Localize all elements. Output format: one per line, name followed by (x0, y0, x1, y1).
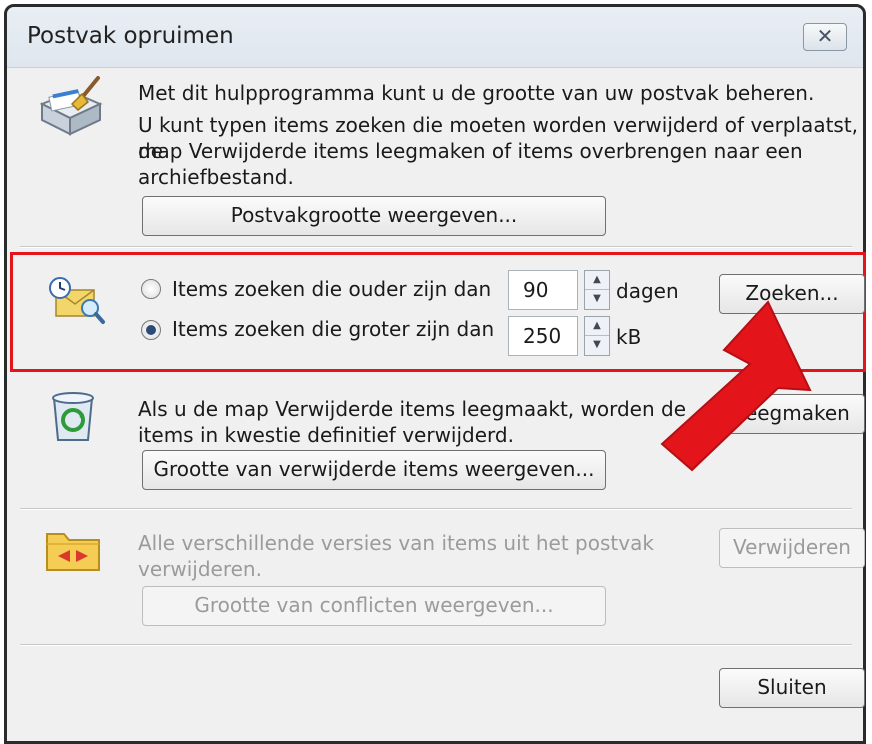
broom-box-icon (39, 76, 103, 136)
delete-conflicts-button[interactable]: Verwijderen (719, 528, 865, 568)
title-bar: Postvak opruimen ✕ (7, 7, 863, 68)
radio-older-than[interactable] (141, 279, 161, 299)
larger-than-kb-field[interactable]: 250 (508, 316, 578, 356)
separator (20, 246, 852, 248)
larger-than-unit: kB (616, 325, 642, 349)
older-than-spinner[interactable]: ▲ ▼ (584, 270, 610, 310)
recycle-bin-icon (52, 392, 94, 441)
show-deleted-size-button[interactable]: Grootte van verwijderde items weergeven.… (142, 450, 606, 490)
spin-up-icon[interactable]: ▲ (585, 271, 609, 289)
radio-selected-dot (146, 325, 156, 335)
spin-down-icon[interactable]: ▼ (585, 289, 609, 308)
close-dialog-button[interactable]: Sluiten (719, 668, 865, 708)
conflicts-description-line-2: verwijderen. (138, 557, 262, 581)
separator (20, 508, 852, 510)
older-than-days-field[interactable]: 90 (508, 270, 578, 310)
older-than-unit: dagen (616, 279, 679, 303)
close-button[interactable]: ✕ (803, 23, 847, 51)
separator (20, 644, 852, 646)
spin-up-icon[interactable]: ▲ (585, 317, 609, 335)
mailbox-description-line-3: map Verwijderde items leegmaken of items… (138, 139, 803, 163)
clock-mail-search-icon (49, 277, 105, 324)
conflict-folder-icon (46, 533, 100, 571)
spin-down-icon[interactable]: ▼ (585, 335, 609, 354)
conflicts-description-line-1: Alle verschillende versies van items uit… (138, 531, 654, 555)
mailbox-description-line-1: Met dit hulpprogramma kunt u de grootte … (138, 81, 815, 105)
older-than-label: Items zoeken die ouder zijn dan (172, 277, 492, 301)
mailbox-description-line-4: archiefbestand. (138, 165, 294, 189)
deleted-description-line-2: items in kwestie definitief verwijderd. (138, 423, 514, 447)
radio-larger-than[interactable] (141, 320, 161, 340)
window-title: Postvak opruimen (27, 23, 234, 49)
close-icon: ✕ (816, 24, 834, 48)
empty-deleted-button[interactable]: Leegmaken (719, 394, 865, 434)
deleted-description-line-1: Als u de map Verwijderde items leegmaakt… (138, 397, 687, 421)
show-mailbox-size-button[interactable]: Postvakgrootte weergeven... (142, 196, 606, 236)
larger-than-label: Items zoeken die groter zijn dan (172, 317, 495, 341)
show-conflicts-size-button[interactable]: Grootte van conflicten weergeven... (142, 586, 606, 626)
search-button[interactable]: Zoeken... (719, 274, 865, 314)
larger-than-spinner[interactable]: ▲ ▼ (584, 316, 610, 356)
